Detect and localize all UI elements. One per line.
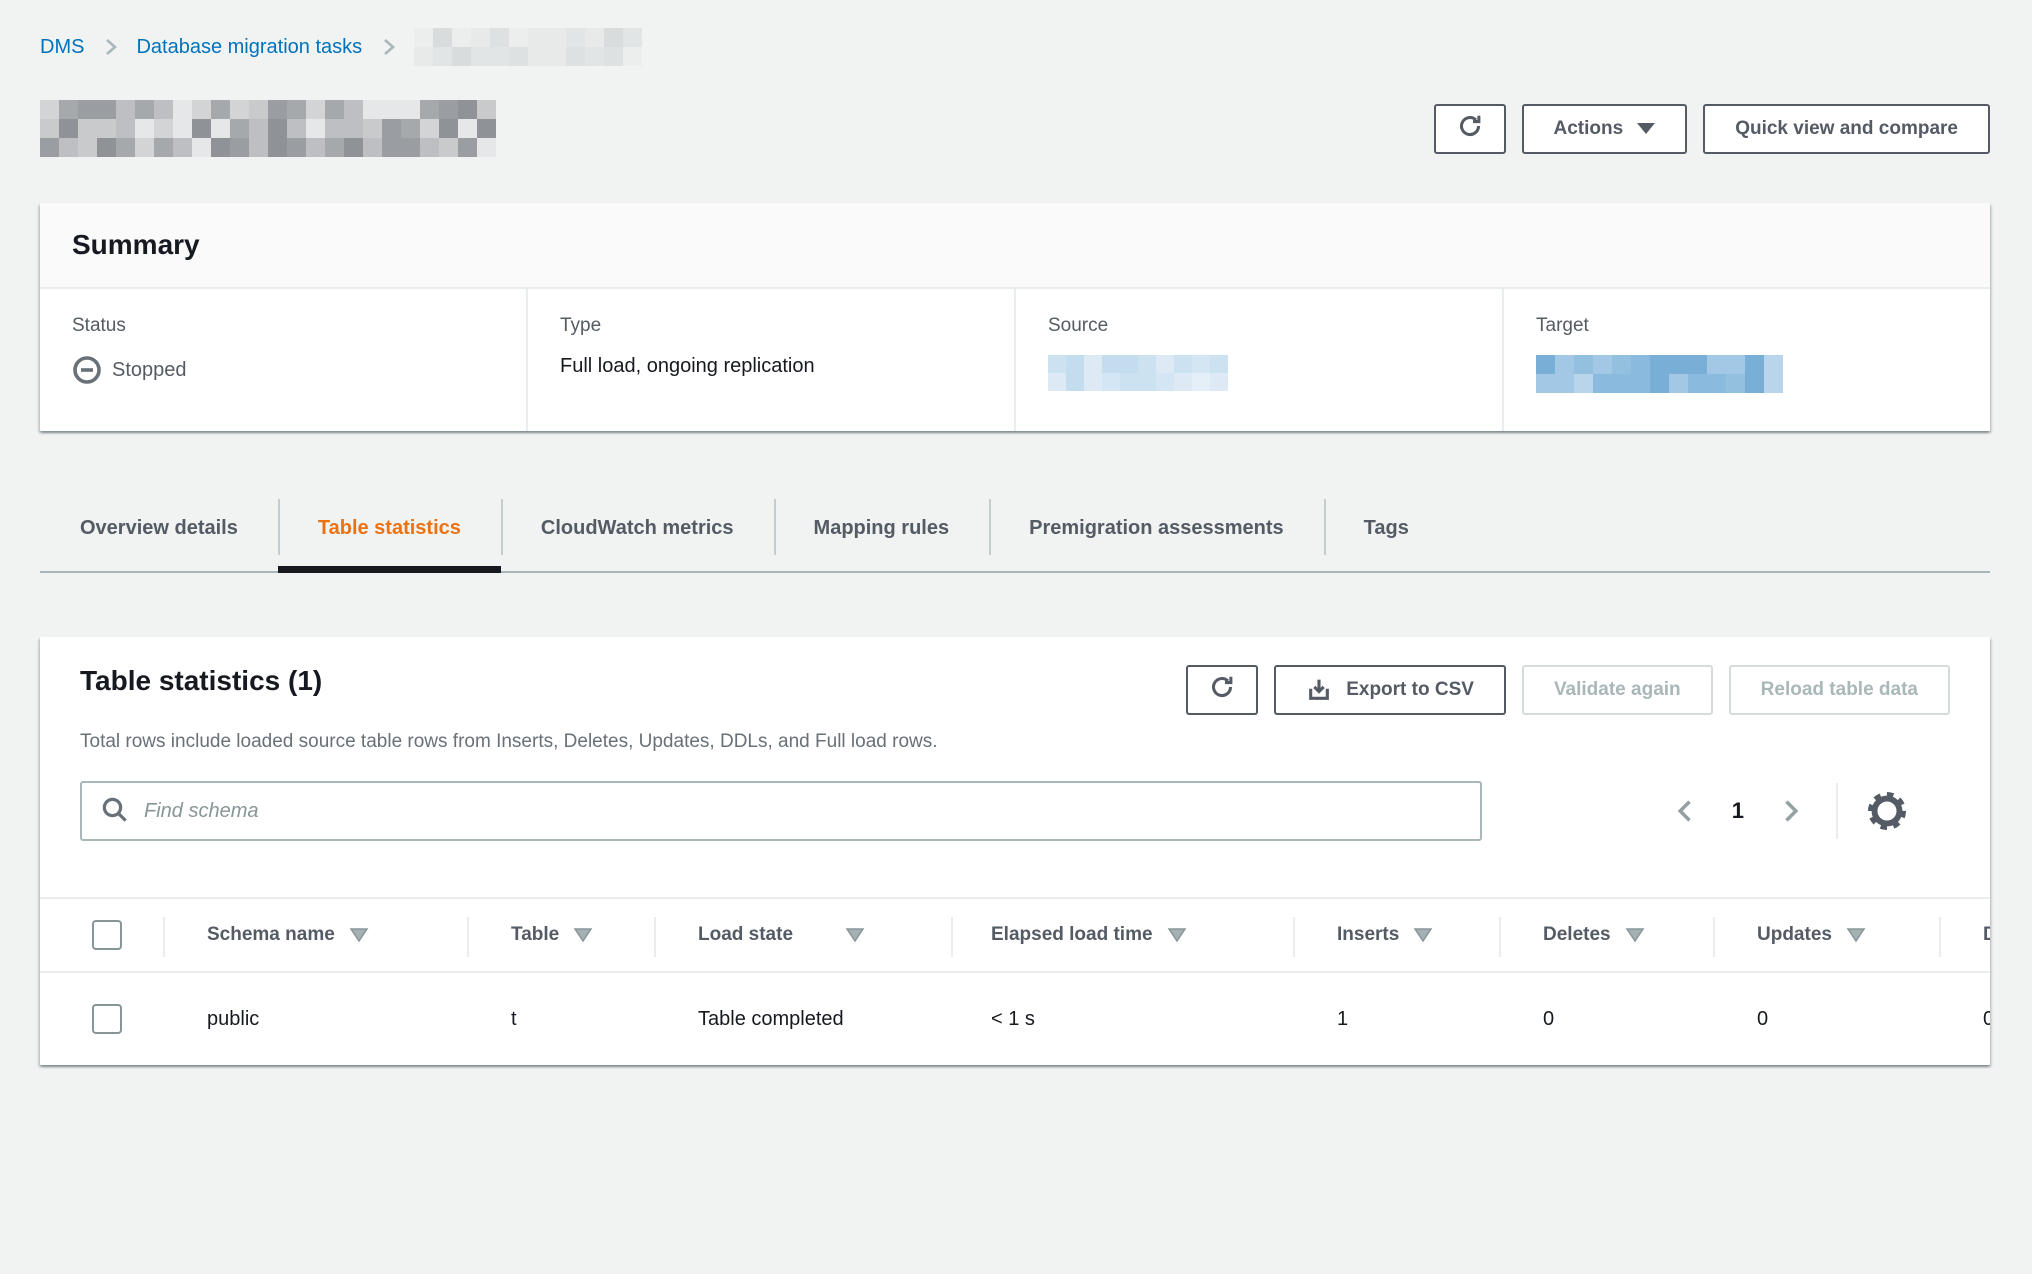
sort-icon xyxy=(1846,927,1866,943)
page-header: Actions Quick view and compare xyxy=(40,100,1990,157)
column-header-table[interactable]: Table xyxy=(467,899,654,971)
summary-card: Summary Status Stopped Type Full load, o… xyxy=(40,203,1990,431)
summary-field-type: Type Full load, ongoing replication xyxy=(526,289,1014,431)
table-row: public t Table completed < 1 s 1 0 0 0 xyxy=(40,973,1990,1065)
pagination-divider xyxy=(1836,783,1838,839)
summary-field-target: Target xyxy=(1502,289,1990,431)
validate-again-button[interactable]: Validate again xyxy=(1522,665,1713,715)
sort-icon xyxy=(1167,927,1187,943)
cell-inserts: 1 xyxy=(1337,1008,1348,1031)
cell-updates: 0 xyxy=(1757,1008,1768,1031)
type-label: Type xyxy=(560,315,994,337)
export-to-csv-button[interactable]: Export to CSV xyxy=(1274,665,1506,715)
breadcrumb-link-dms[interactable]: DMS xyxy=(40,36,84,59)
row-select-cell xyxy=(40,1004,163,1034)
breadcrumb-redacted-task-name xyxy=(414,28,642,66)
cell-load-state: Table completed xyxy=(698,1008,844,1031)
download-icon xyxy=(1306,677,1332,703)
page-title-redacted xyxy=(40,100,496,157)
cell-schema-name: public xyxy=(207,1008,259,1031)
cell-elapsed-load-time: < 1 s xyxy=(991,1008,1035,1031)
table-header-row: Schema name Table Load state Elapsed loa… xyxy=(40,897,1990,973)
reload-table-data-button[interactable]: Reload table data xyxy=(1729,665,1950,715)
page-number[interactable]: 1 xyxy=(1710,798,1766,824)
status-value: Stopped xyxy=(72,355,506,385)
settings-gear-button[interactable] xyxy=(1866,790,1908,832)
cell-table: t xyxy=(511,1008,517,1031)
summary-fields: Status Stopped Type Full load, ongoing r… xyxy=(40,289,1990,431)
refresh-icon xyxy=(1208,673,1236,707)
cell-deletes: 0 xyxy=(1543,1008,1554,1031)
source-value-redacted xyxy=(1048,355,1482,391)
table-buttons: Export to CSV Validate again Reload tabl… xyxy=(1186,665,1950,715)
sort-icon xyxy=(573,927,593,943)
pagination: 1 xyxy=(1662,783,1908,839)
row-checkbox[interactable] xyxy=(92,1004,122,1034)
column-header-load-state[interactable]: Load state xyxy=(654,899,951,971)
summary-field-status: Status Stopped xyxy=(40,289,526,431)
sort-icon xyxy=(1625,927,1645,943)
target-label: Target xyxy=(1536,315,1970,337)
caret-down-icon xyxy=(1637,123,1655,134)
column-header-deletes[interactable]: Deletes xyxy=(1499,899,1713,971)
target-value-redacted xyxy=(1536,355,1970,393)
sort-icon xyxy=(349,927,369,943)
select-all-cell xyxy=(40,899,163,971)
table-statistics-title: Table statistics (1) xyxy=(80,665,322,697)
table-statistics-description: Total rows include loaded source table r… xyxy=(80,731,1950,753)
summary-header: Summary xyxy=(40,203,1990,289)
chevron-right-icon xyxy=(98,35,122,59)
select-all-checkbox[interactable] xyxy=(92,920,122,950)
table-statistics-header: Table statistics (1) Export to CSV xyxy=(80,665,1950,715)
search-row: 1 xyxy=(80,781,1950,841)
cell-clipped: 0 xyxy=(1983,1008,1990,1031)
next-page-button[interactable] xyxy=(1766,790,1814,832)
quick-view-compare-button[interactable]: Quick view and compare xyxy=(1703,104,1990,154)
previous-page-button[interactable] xyxy=(1662,790,1710,832)
tab-bar: Overview details Table statistics CloudW… xyxy=(40,485,1990,573)
table-statistics-card: Table statistics (1) Export to CSV xyxy=(40,637,1990,1065)
tab-mapping-rules[interactable]: Mapping rules xyxy=(774,485,990,571)
header-actions: Actions Quick view and compare xyxy=(1434,104,1991,154)
tab-cloudwatch-metrics[interactable]: CloudWatch metrics xyxy=(501,485,774,571)
column-header-elapsed-load-time[interactable]: Elapsed load time xyxy=(951,899,1293,971)
breadcrumb-link-tasks[interactable]: Database migration tasks xyxy=(136,36,362,59)
tab-table-statistics[interactable]: Table statistics xyxy=(278,485,501,571)
chevron-right-icon xyxy=(376,35,400,59)
search-input[interactable] xyxy=(80,781,1482,841)
gear-icon xyxy=(1866,790,1908,832)
stopped-icon xyxy=(72,355,102,385)
refresh-button[interactable] xyxy=(1434,104,1506,154)
refresh-icon xyxy=(1456,112,1484,146)
search-box xyxy=(80,781,1482,841)
dms-task-page: DMS Database migration tasks Actions Qui… xyxy=(0,0,2032,1274)
source-label: Source xyxy=(1048,315,1482,337)
column-header-inserts[interactable]: Inserts xyxy=(1293,899,1499,971)
table-statistics-table: Schema name Table Load state Elapsed loa… xyxy=(40,897,1990,1065)
column-header-schema-name[interactable]: Schema name xyxy=(163,899,467,971)
column-header-updates[interactable]: Updates xyxy=(1713,899,1939,971)
sort-icon xyxy=(1413,927,1433,943)
table-refresh-button[interactable] xyxy=(1186,665,1258,715)
summary-field-source: Source xyxy=(1014,289,1502,431)
breadcrumb: DMS Database migration tasks xyxy=(40,28,1990,66)
tab-overview-details[interactable]: Overview details xyxy=(40,485,278,571)
status-label: Status xyxy=(72,315,506,337)
search-icon xyxy=(100,795,130,831)
summary-title: Summary xyxy=(72,229,1958,261)
actions-button[interactable]: Actions xyxy=(1522,104,1688,154)
tab-premigration-assessments[interactable]: Premigration assessments xyxy=(989,485,1324,571)
tab-tags[interactable]: Tags xyxy=(1324,485,1449,571)
type-value: Full load, ongoing replication xyxy=(560,355,994,378)
column-header-clipped[interactable]: D xyxy=(1939,899,1990,971)
sort-icon xyxy=(845,927,865,943)
